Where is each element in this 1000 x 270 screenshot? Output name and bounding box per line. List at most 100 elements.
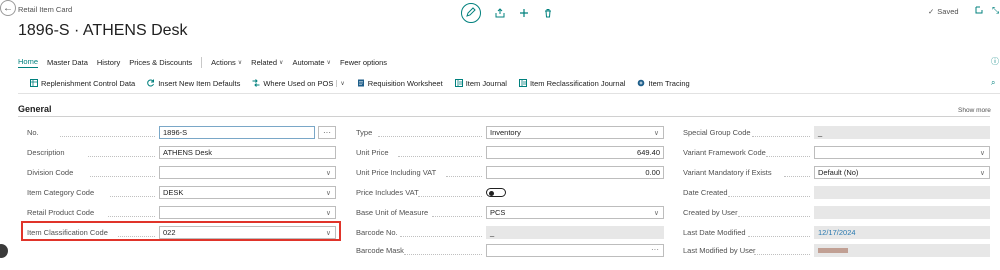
info-pane-icon[interactable]: ⓘ [991, 56, 999, 67]
barcode-mask-field[interactable]: ··· [486, 244, 664, 257]
label-leader [766, 156, 810, 157]
field-label-special-group-code: Special Group Code [683, 128, 751, 137]
description-field-value: ATHENS Desk [163, 148, 213, 157]
label-leader [110, 196, 155, 197]
unit-price-incl-vat-field[interactable]: 0.00 [486, 166, 664, 179]
price-includes-vat-toggle[interactable] [486, 188, 506, 197]
assist-edit-button[interactable]: ··· [318, 126, 336, 139]
tab-actions-label: Actions [211, 57, 236, 67]
tab-automate-label: Automate [292, 57, 325, 67]
item-tracing-label: Item Tracing [648, 78, 690, 88]
field-label-division-code: Division Code [27, 168, 74, 177]
chevron-down-icon: ∨ [325, 210, 331, 217]
barcode-no-field: _ [486, 226, 664, 239]
no-field[interactable]: 1896-S [159, 126, 315, 139]
label-leader [752, 136, 810, 137]
item-classification-code-select[interactable]: 022 ∨ [159, 226, 336, 239]
assistant-bubble[interactable] [0, 244, 8, 258]
show-more-link[interactable]: Show more [958, 107, 991, 114]
base-unit-of-measure-value: PCS [490, 208, 506, 217]
tab-related-label: Related [251, 57, 278, 67]
item-reclassification-journal-label: Item Reclassification Journal [529, 78, 626, 88]
type-select[interactable]: Inventory ∨ [486, 126, 664, 139]
where-used-on-pos-button[interactable]: Where Used on POS ∨ [252, 79, 345, 88]
description-field[interactable]: ATHENS Desk [159, 146, 336, 159]
pencil-icon [466, 7, 476, 19]
item-tracing-button[interactable]: Item Tracing [637, 78, 690, 88]
label-leader [400, 236, 482, 237]
item-classification-code-value: 022 [163, 228, 176, 237]
chevron-down-icon: ∨ [979, 150, 985, 157]
plus-icon [520, 9, 528, 17]
tab-related[interactable]: Related ∨ [251, 58, 283, 67]
label-leader [88, 156, 155, 157]
chevron-down-icon[interactable]: ∨ [336, 79, 345, 87]
edit-button[interactable] [461, 3, 481, 23]
chevron-down-icon: ∨ [325, 190, 331, 197]
label-leader [432, 216, 482, 217]
field-label-type: Type [356, 128, 373, 137]
requisition-worksheet-label: Requisition Worksheet [367, 78, 443, 88]
label-leader [378, 136, 482, 137]
arrow-left-icon: ← [3, 2, 13, 14]
share-button[interactable] [495, 8, 505, 18]
unit-price-field[interactable]: 649.40 [486, 146, 664, 159]
base-unit-of-measure-select[interactable]: PCS ∨ [486, 206, 664, 219]
variant-framework-code-select[interactable]: ∨ [814, 146, 990, 159]
chevron-down-icon: ∨ [325, 170, 331, 177]
new-button[interactable] [519, 8, 529, 18]
label-leader [784, 176, 810, 177]
field-label-description: Description [27, 148, 65, 157]
field-label-created-by-user: Created by User [683, 208, 738, 217]
checkmark-icon: ✓ [928, 7, 935, 16]
requisition-worksheet-button[interactable]: Requisition Worksheet [357, 79, 443, 88]
toolbar-divider [18, 93, 1000, 94]
tab-automate[interactable]: Automate ∨ [292, 58, 331, 67]
item-category-code-select[interactable]: DESK ∨ [159, 186, 336, 199]
tab-prices-discounts[interactable]: Prices & Discounts [129, 58, 192, 67]
journal-icon [454, 79, 463, 87]
tab-master-data[interactable]: Master Data [47, 58, 88, 67]
section-divider [18, 116, 990, 117]
unit-price-value: 649.40 [637, 148, 660, 157]
insert-new-item-defaults-button[interactable]: Insert New Item Defaults [147, 79, 240, 88]
tab-actions[interactable]: Actions ∨ [211, 58, 242, 67]
action-toolbar: Replenishment Control Data Insert New It… [30, 77, 702, 89]
label-leader [404, 254, 482, 255]
saved-status: ✓ Saved [928, 7, 959, 16]
section-title-general[interactable]: General [18, 104, 52, 114]
field-label-last-modified-by-user: Last Modified by User [683, 246, 756, 255]
unit-price-incl-vat-value: 0.00 [645, 168, 660, 177]
division-code-select[interactable]: ∨ [159, 166, 336, 179]
open-new-window-icon[interactable] [975, 5, 984, 16]
back-button[interactable]: ← [0, 0, 16, 16]
window-actions: ⤡ [975, 5, 999, 16]
label-leader [728, 196, 810, 197]
label-leader [90, 176, 155, 177]
replenishment-control-data-button[interactable]: Replenishment Control Data [30, 79, 135, 88]
field-label-variant-mandatory: Variant Mandatory if Exists [683, 168, 772, 177]
delete-button[interactable] [543, 8, 553, 18]
chevron-down-icon: ∨ [279, 59, 284, 66]
ellipsis-icon: ··· [651, 245, 659, 254]
item-journal-button[interactable]: Item Journal [454, 79, 507, 88]
tab-history[interactable]: History [97, 58, 120, 67]
replenishment-control-data-label: Replenishment Control Data [41, 78, 136, 88]
tracing-icon [638, 79, 645, 87]
tab-divider [201, 56, 203, 68]
label-leader [418, 196, 482, 197]
field-label-retail-product-code: Retail Product Code [27, 208, 95, 217]
chevron-down-icon: ∨ [237, 59, 243, 66]
retail-product-code-select[interactable]: ∨ [159, 206, 336, 219]
chevron-down-icon: ∨ [653, 130, 659, 137]
tab-home[interactable]: Home [18, 57, 39, 68]
collapse-icon[interactable]: ⤡ [992, 5, 999, 16]
search-icon[interactable]: ⌕ [991, 78, 995, 88]
special-group-code-field: _ [814, 126, 990, 139]
top-actions [461, 3, 553, 23]
variant-mandatory-select[interactable]: Default (No) ∨ [814, 166, 990, 179]
tab-fewer-options[interactable]: Fewer options [340, 58, 387, 67]
trash-icon [545, 9, 551, 18]
item-reclassification-journal-button[interactable]: Item Reclassification Journal [518, 78, 626, 88]
chevron-down-icon: ∨ [653, 210, 659, 217]
